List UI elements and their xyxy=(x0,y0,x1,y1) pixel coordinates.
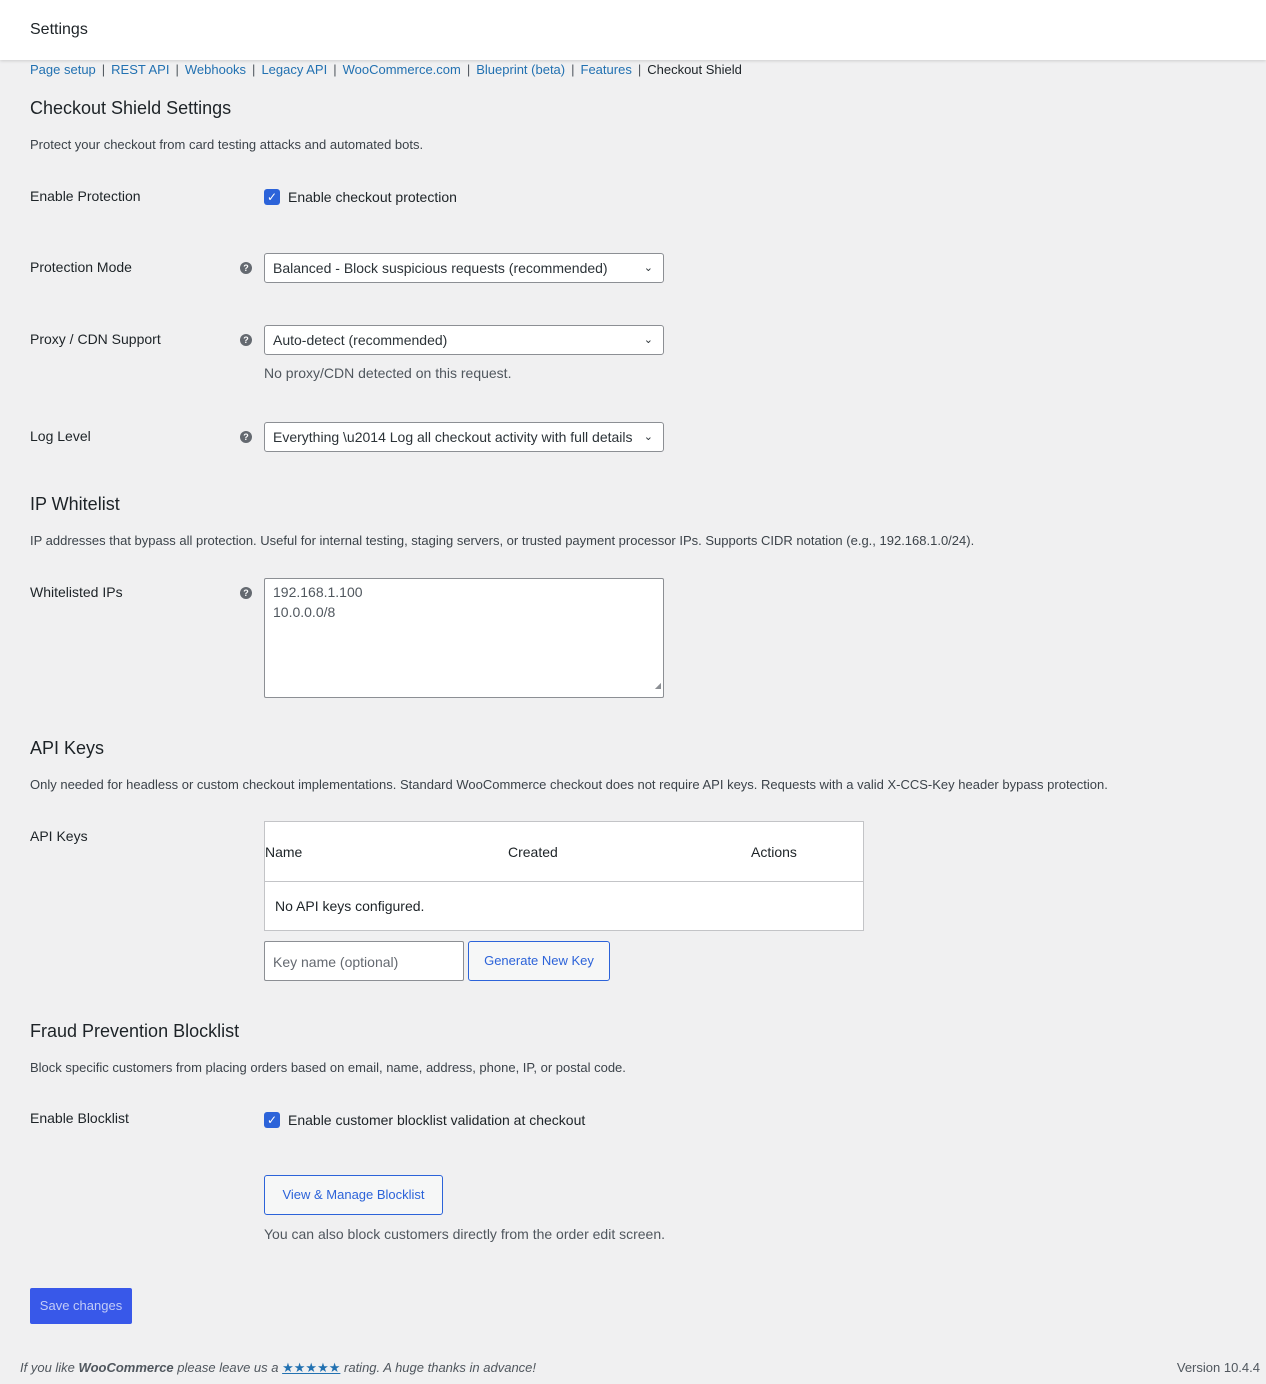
subnav-item-webhooks[interactable]: Webhooks xyxy=(185,62,246,77)
manage-blocklist-button[interactable]: View & Manage Blocklist xyxy=(264,1175,443,1215)
help-circle-icon[interactable]: ? xyxy=(240,334,252,346)
api-keys-empty-text: No API keys configured. xyxy=(275,898,425,914)
protection-mode-value: Balanced - Block suspicious requests (re… xyxy=(273,260,608,276)
chevron-down-icon: ⌄ xyxy=(643,431,653,443)
log-level-select[interactable]: Everything \u2014 Log all checkout activ… xyxy=(264,422,664,452)
enable-protection-checkbox[interactable]: ✓ xyxy=(264,189,280,205)
whitelisted-ip-line: 10.0.0.0/8 xyxy=(273,604,336,620)
enable-blocklist-checkbox[interactable]: ✓ xyxy=(264,1112,280,1128)
subnav-separator: | xyxy=(466,62,471,77)
resize-grip-icon[interactable]: ◢ xyxy=(655,676,661,696)
footer-rating-stars-link[interactable]: ★★★★★ xyxy=(282,1360,340,1375)
proxy-cdn-value: Auto-detect (recommended) xyxy=(273,332,448,348)
ip-whitelist-description: IP addresses that bypass all protection.… xyxy=(30,533,975,548)
checkmark-icon: ✓ xyxy=(266,1113,278,1127)
proxy-cdn-note: No proxy/CDN detected on this request. xyxy=(264,365,512,381)
checkmark-icon: ✓ xyxy=(266,190,278,204)
chevron-down-icon: ⌄ xyxy=(643,262,653,274)
api-keys-label: API Keys xyxy=(30,828,88,844)
ip-whitelist-section-title: IP Whitelist xyxy=(30,494,120,514)
footer-prefix: If you like xyxy=(20,1360,75,1375)
generate-new-key-button[interactable]: Generate New Key xyxy=(468,941,610,981)
chevron-down-icon: ⌄ xyxy=(643,334,653,346)
whitelisted-ips-label: Whitelisted IPs xyxy=(30,584,123,600)
column-header-actions: Actions xyxy=(751,844,797,860)
whitelisted-ips-textarea[interactable]: 192.168.1.100 10.0.0.0/8 ◢ xyxy=(264,578,664,698)
log-level-label: Log Level xyxy=(30,428,91,444)
footer-rating-text: If you like WooCommerce please leave us … xyxy=(20,1360,536,1376)
subnav-separator: | xyxy=(571,62,575,77)
subnav-item-checkout-shield: Checkout Shield xyxy=(647,62,742,77)
settings-subnav: Page setup | REST API | Webhooks | Legacy API |… xyxy=(30,62,742,77)
subnav-separator: | xyxy=(101,62,106,77)
help-circle-icon[interactable]: ? xyxy=(240,587,252,599)
api-keys-table-header: Name Created Actions xyxy=(265,822,863,882)
subnav-separator: | xyxy=(637,62,642,77)
subnav-separator: | xyxy=(175,62,179,77)
footer-version: Version 10.4.4 xyxy=(1176,1360,1260,1375)
column-header-created: Created xyxy=(508,844,558,860)
settings-description: Protect your checkout from card testing … xyxy=(30,137,424,152)
blocklist-description: Block specific customers from placing or… xyxy=(30,1060,626,1075)
subnav-item-woocommerce-com[interactable]: WooCommerce.com xyxy=(343,62,461,77)
subnav-item-blueprint[interactable]: Blueprint (beta) xyxy=(476,62,565,77)
protection-mode-label: Protection Mode xyxy=(30,259,132,275)
subnav-separator: | xyxy=(333,62,337,77)
footer-brand: WooCommerce xyxy=(78,1360,174,1375)
whitelisted-ip-line: 192.168.1.100 xyxy=(273,584,363,600)
enable-blocklist-checkbox-label[interactable]: Enable customer blocklist validation at … xyxy=(288,1112,585,1128)
subnav-item-rest-api[interactable]: REST API xyxy=(111,62,169,77)
save-changes-button[interactable]: Save changes xyxy=(30,1288,132,1324)
protection-mode-select[interactable]: Balanced - Block suspicious requests (re… xyxy=(264,253,664,283)
top-bar: Settings xyxy=(0,0,1266,60)
subnav-separator: | xyxy=(252,62,256,77)
enable-protection-checkbox-label[interactable]: Enable checkout protection xyxy=(288,189,457,205)
subnav-item-features[interactable]: Features xyxy=(581,62,632,77)
blocklist-note: You can also block customers directly fr… xyxy=(264,1226,666,1242)
column-header-name: Name xyxy=(265,844,303,860)
blocklist-section-title: Fraud Prevention Blocklist xyxy=(30,1021,240,1041)
subnav-item-page-setup[interactable]: Page setup xyxy=(30,62,96,77)
api-keys-section-title: API Keys xyxy=(30,738,105,758)
footer-middle: please leave us a xyxy=(177,1360,279,1375)
enable-blocklist-label: Enable Blocklist xyxy=(30,1110,129,1126)
footer-suffix: rating. A huge thanks in advance! xyxy=(344,1360,537,1375)
proxy-cdn-label: Proxy / CDN Support xyxy=(30,331,161,347)
api-keys-description: Only needed for headless or custom check… xyxy=(30,777,1108,792)
log-level-value: Everything \u2014 Log all checkout activ… xyxy=(273,429,633,445)
proxy-cdn-select[interactable]: Auto-detect (recommended) ⌄ xyxy=(264,325,664,355)
help-circle-icon[interactable]: ? xyxy=(240,431,252,443)
enable-protection-label: Enable Protection xyxy=(30,188,141,204)
api-keys-table: Name Created Actions No API keys configu… xyxy=(264,821,864,931)
subnav-item-legacy-api[interactable]: Legacy API xyxy=(261,62,327,77)
help-circle-icon[interactable]: ? xyxy=(240,262,252,274)
settings-section-title: Checkout Shield Settings xyxy=(30,98,232,118)
key-name-input[interactable]: Key name (optional) xyxy=(264,941,464,981)
page-title: Settings xyxy=(30,21,88,38)
